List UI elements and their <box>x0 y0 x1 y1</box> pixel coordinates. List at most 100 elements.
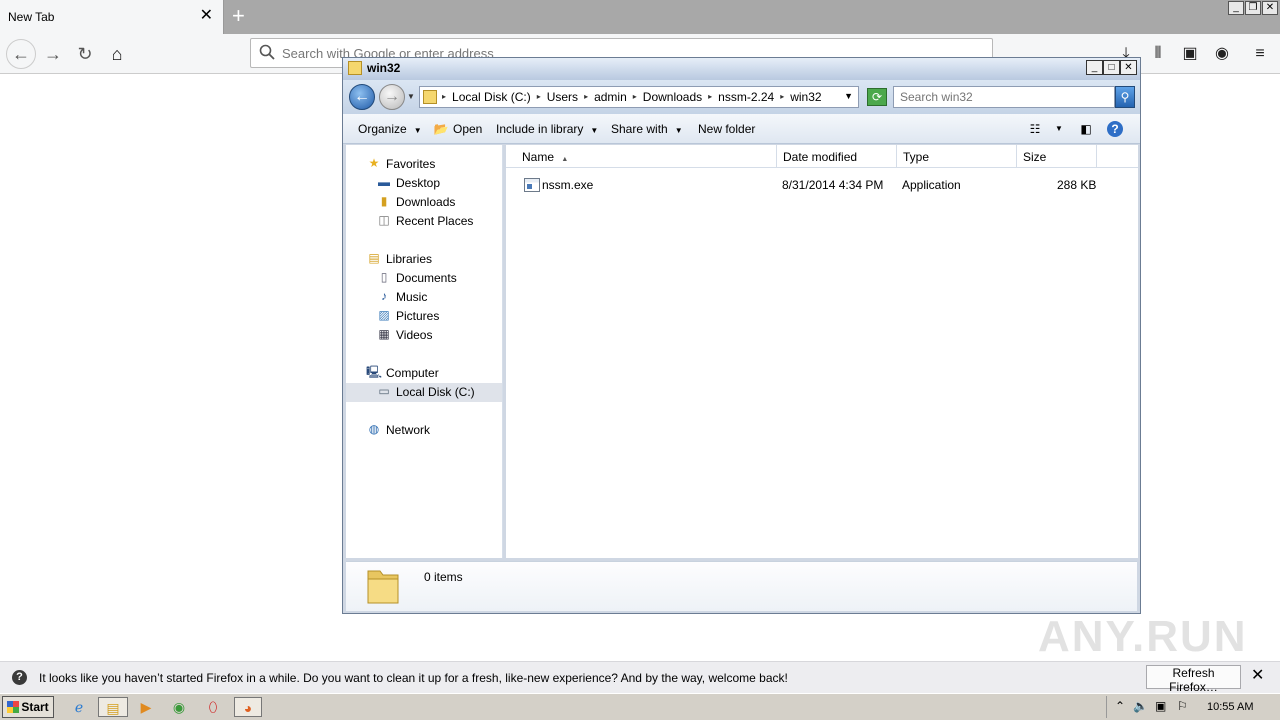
chevron-down-icon: ▼ <box>674 126 683 135</box>
action-center-flag-icon[interactable]: ⚐ <box>1177 699 1188 713</box>
forward-arrow-icon[interactable]: → <box>41 42 65 66</box>
show-hidden-icons-icon[interactable]: ⌃ <box>1115 699 1125 713</box>
breadcrumb: ▸ Local Disk (C:) ▸ Users ▸ admin ▸ Down… <box>442 90 822 104</box>
include-in-library-button[interactable]: Include in library ▼ <box>496 122 598 136</box>
chrome-icon[interactable]: ◉ <box>168 697 190 717</box>
file-list: Name ▲ Date modified Type Size nssm.exe … <box>506 145 1138 558</box>
downloads-folder-icon: ▮ <box>380 194 388 208</box>
address-dropdown-icon[interactable]: ▼ <box>844 91 853 101</box>
search-input[interactable] <box>894 87 1114 107</box>
chevron-icon[interactable]: ▸ <box>633 90 637 104</box>
command-bar: Organize ▼ 📂 Open Include in library ▼ Sha… <box>343 114 1140 144</box>
search-icon[interactable]: ⚲ <box>1115 86 1135 108</box>
column-header-type[interactable]: Type <box>897 145 1017 168</box>
open-folder-icon: 📂 <box>433 122 449 136</box>
refresh-firefox-button[interactable]: Refresh Firefox… <box>1146 665 1241 694</box>
videos-icon: ▦ <box>378 327 390 341</box>
tab-close-icon[interactable]: ✕ <box>200 8 213 24</box>
file-size: 288 KB <box>1057 178 1097 192</box>
notification-text: It looks like you haven’t started Firefo… <box>39 671 788 685</box>
firefox-icon[interactable]: ◕ <box>234 697 262 717</box>
explorer-window: win32 _ □ ✕ ← → ▼ ▸ Local Disk (C:) ▸ Us… <box>342 57 1141 614</box>
breadcrumb-item[interactable]: Users <box>547 90 578 104</box>
breadcrumb-item[interactable]: Downloads <box>643 90 702 104</box>
chevron-icon[interactable]: ▸ <box>584 90 588 104</box>
library-icon[interactable]: ⫴ <box>1148 44 1168 64</box>
account-icon[interactable]: ◉ <box>1212 44 1232 64</box>
open-button[interactable]: Open <box>453 122 482 136</box>
tab-title: New Tab <box>8 10 55 24</box>
explorer-close-button[interactable]: ✕ <box>1120 60 1137 75</box>
documents-icon: ▯ <box>380 270 388 284</box>
volume-icon[interactable]: 🔈 <box>1133 699 1148 713</box>
view-options-icon[interactable]: ☷ <box>1027 121 1043 137</box>
refresh-icon[interactable]: ⟳ <box>867 88 887 106</box>
restore-button[interactable]: ❐ <box>1245 1 1261 15</box>
item-count: 0 items <box>424 570 463 584</box>
forward-arrow-icon[interactable]: → <box>379 84 405 110</box>
network-icon: ◍ <box>368 422 380 436</box>
recent-places-icon: ◫ <box>378 213 390 227</box>
chevron-down-icon[interactable]: ▼ <box>1051 121 1067 137</box>
new-folder-button[interactable]: New folder <box>698 122 755 136</box>
browser-tab-bar: New Tab ✕ + _ ❐ ✕ <box>0 0 1280 34</box>
back-arrow-icon[interactable]: ← <box>349 84 375 110</box>
recent-pages-dropdown-icon[interactable]: ▼ <box>407 92 415 101</box>
column-headers: Name ▲ Date modified Type Size <box>506 145 1138 168</box>
explorer-maximize-button[interactable]: □ <box>1103 60 1120 75</box>
breadcrumb-item[interactable]: win32 <box>790 90 821 104</box>
file-date-modified: 8/31/2014 4:34 PM <box>782 178 884 192</box>
opera-icon[interactable]: ⬯ <box>202 697 224 717</box>
star-icon: ★ <box>368 156 380 170</box>
new-tab-icon[interactable]: + <box>232 4 245 28</box>
search-icon <box>259 44 275 60</box>
organize-button[interactable]: Organize ▼ <box>358 122 422 136</box>
file-type: Application <box>902 178 961 192</box>
explorer-title: win32 <box>367 61 401 75</box>
libraries-icon: ▤ <box>368 251 380 265</box>
start-button[interactable]: Start <box>2 696 54 718</box>
folder-icon <box>367 570 399 604</box>
breadcrumb-item[interactable]: nssm-2.24 <box>718 90 774 104</box>
folder-icon <box>348 61 362 75</box>
help-icon: ? <box>12 670 27 685</box>
reload-icon[interactable]: ↻ <box>73 42 97 66</box>
explorer-taskbar-icon[interactable]: ▤ <box>98 697 128 717</box>
browser-tab[interactable]: New Tab ✕ <box>0 0 224 34</box>
folder-icon <box>423 90 437 104</box>
address-bar[interactable]: ▸ Local Disk (C:) ▸ Users ▸ admin ▸ Down… <box>419 86 859 108</box>
sort-ascending-icon: ▲ <box>561 156 569 163</box>
breadcrumb-item[interactable]: Local Disk (C:) <box>452 90 531 104</box>
table-row[interactable]: nssm.exe 8/31/2014 4:34 PM Application 2… <box>506 175 1138 195</box>
close-window-button[interactable]: ✕ <box>1262 1 1278 15</box>
nav-local-disk[interactable]: ▭ Local Disk (C:) <box>346 383 502 402</box>
chevron-icon[interactable]: ▸ <box>708 90 712 104</box>
search-field[interactable] <box>893 86 1115 108</box>
home-icon[interactable]: ⌂ <box>105 42 129 66</box>
column-header-date-modified[interactable]: Date modified <box>777 145 897 168</box>
column-header-name[interactable]: Name ▲ <box>514 145 777 168</box>
back-arrow-icon[interactable]: ← <box>6 39 36 69</box>
taskbar: Start ℯ ▤ ▶ ◉ ⬯ ◕ ⌃ 🔈 ▣ ⚐ 10:55 AM <box>0 693 1280 720</box>
chevron-icon[interactable]: ▸ <box>780 90 784 104</box>
music-icon: ♪ <box>381 289 387 303</box>
close-icon[interactable]: ✕ <box>1251 668 1264 684</box>
column-header-size[interactable]: Size <box>1017 145 1097 168</box>
chevron-down-icon: ▼ <box>590 126 599 135</box>
clock[interactable]: 10:55 AM <box>1207 701 1253 713</box>
drive-icon: ▭ <box>378 384 390 398</box>
media-player-icon[interactable]: ▶ <box>135 697 157 717</box>
explorer-titlebar[interactable]: win32 _ □ ✕ <box>343 58 1140 80</box>
breadcrumb-item[interactable]: admin <box>594 90 627 104</box>
chevron-icon[interactable]: ▸ <box>537 90 541 104</box>
preview-pane-icon[interactable]: ◧ <box>1078 121 1094 137</box>
file-name: nssm.exe <box>542 178 594 192</box>
network-tray-icon[interactable]: ▣ <box>1155 699 1166 713</box>
sidebar-icon[interactable]: ▣ <box>1180 44 1200 64</box>
minimize-button[interactable]: _ <box>1228 1 1244 15</box>
help-icon[interactable]: ? <box>1107 121 1123 137</box>
menu-icon[interactable]: ≡ <box>1250 44 1270 64</box>
explorer-minimize-button[interactable]: _ <box>1086 60 1103 75</box>
internet-explorer-icon[interactable]: ℯ <box>68 697 90 717</box>
share-with-button[interactable]: Share with ▼ <box>611 122 683 136</box>
